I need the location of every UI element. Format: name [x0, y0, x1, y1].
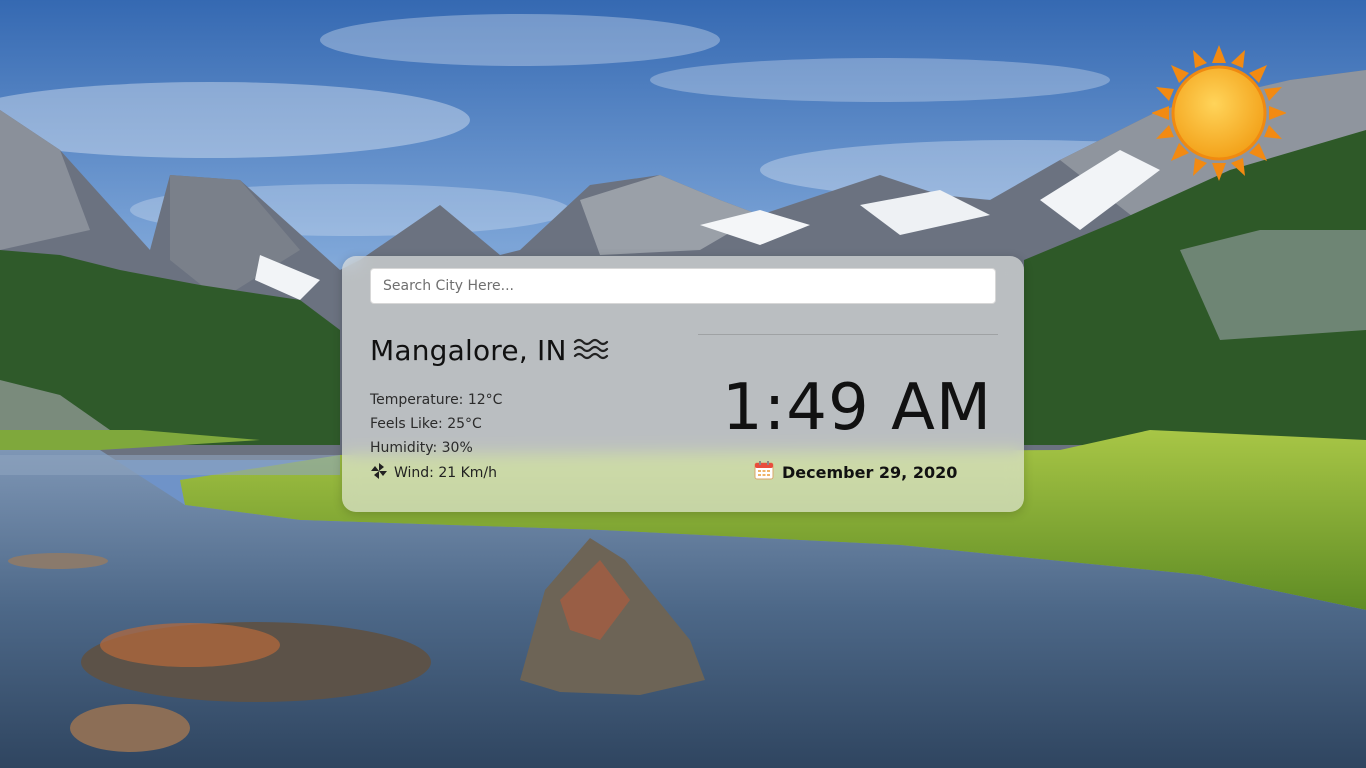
temperature-text: Temperature: 12°C: [370, 392, 503, 408]
sun-icon: [1151, 44, 1287, 182]
humidity-text: Humidity: 30%: [370, 440, 473, 456]
weather-card: Mangalore, IN Temperature: 12°C Feels Li…: [342, 256, 1024, 512]
waves-icon: [573, 336, 609, 366]
calendar-icon: [754, 460, 774, 484]
feels-like-text: Feels Like: 25°C: [370, 416, 482, 432]
city-name: Mangalore, IN: [370, 334, 567, 367]
wind-text: Wind: 21 Km/h: [394, 465, 498, 481]
wind-row: Wind: 21 Km/h: [370, 462, 497, 484]
location-row: Mangalore, IN: [370, 334, 609, 367]
wind-pinwheel-icon: [370, 462, 388, 484]
date-text: December 29, 2020: [782, 462, 958, 482]
date-row: December 29, 2020: [754, 460, 957, 484]
search-city-input[interactable]: [370, 268, 996, 304]
divider: [698, 334, 998, 335]
clock-time: 1:49 AM: [722, 371, 993, 445]
